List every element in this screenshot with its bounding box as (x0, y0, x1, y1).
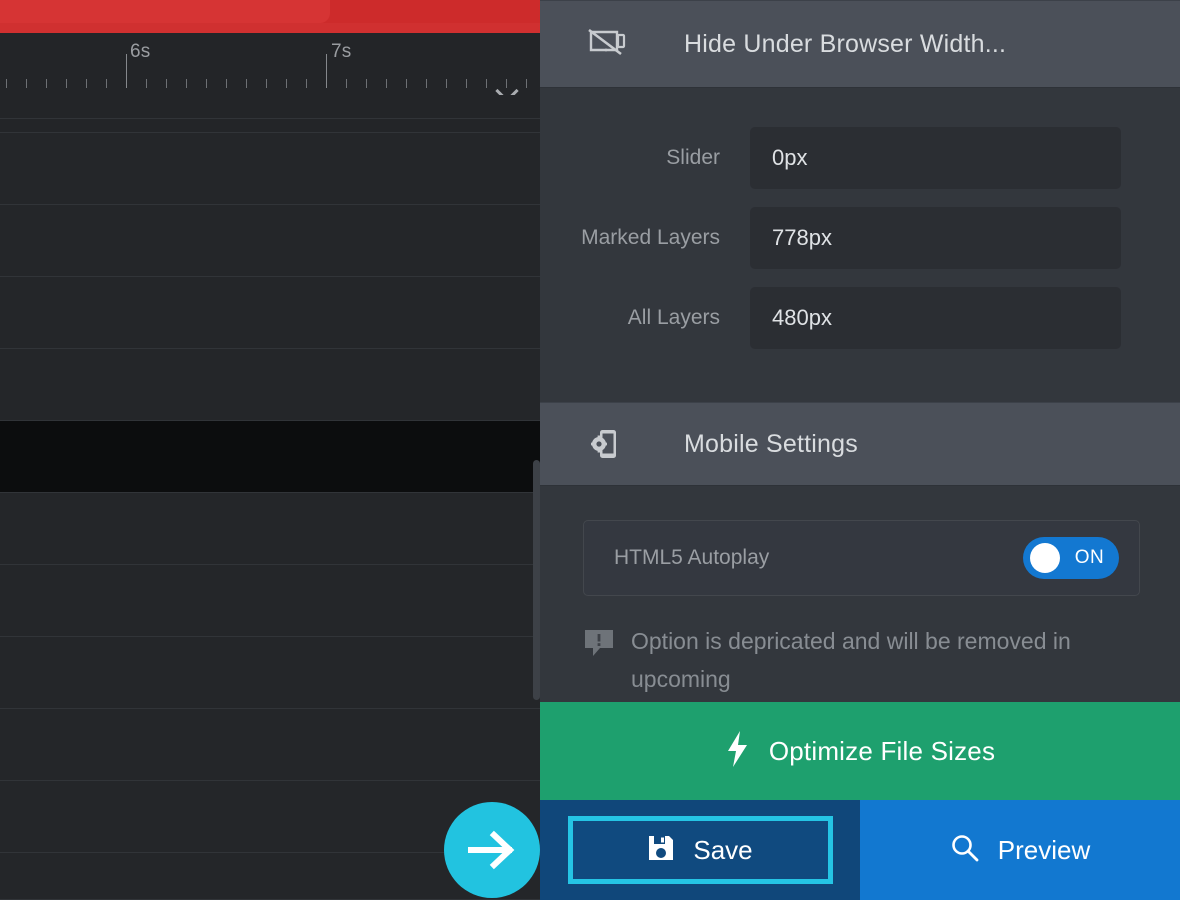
ruler-tick-minor (246, 79, 247, 88)
red-bar-lower-block (0, 23, 540, 33)
timeline-ruler[interactable]: 6s 7s (0, 33, 540, 96)
hide-under-browser-width-form: Slider 0px Marked Layers 778px All Layers 480… (540, 88, 1180, 358)
timeline-panel: 6s 7s (0, 0, 540, 900)
ruler-tick-major (326, 54, 327, 88)
timeline-row[interactable] (0, 637, 540, 709)
toggle-knob (1030, 543, 1060, 573)
html5-autoplay-toggle[interactable]: ON (1023, 537, 1119, 579)
ruler-tick-minor (86, 79, 87, 88)
toggle-state-label: ON (1074, 547, 1105, 568)
ruler-tick-minor (146, 79, 147, 88)
timeline-rows[interactable] (0, 95, 540, 900)
save-label: Save (693, 834, 753, 865)
ruler-tick-minor (166, 79, 167, 88)
timeline-row[interactable] (0, 421, 540, 493)
deprecation-hint: Option is depricated and will be removed… (583, 622, 1143, 698)
ruler-tick-minor (466, 79, 467, 88)
html5-autoplay-label: HTML5 Autoplay (614, 546, 770, 569)
form-row-input[interactable]: 480px (750, 287, 1121, 349)
ruler-tick-minor (26, 79, 27, 88)
form-row: All Layers 480px (540, 278, 1180, 358)
save-button-cell[interactable]: Save (540, 800, 860, 900)
settings-panel: Hide Under Browser Width... Slider 0px Mar… (540, 0, 1180, 900)
warning-bubble-icon (583, 622, 631, 698)
ruler-tick-minor (6, 79, 7, 88)
form-row-label: Slider (666, 146, 720, 169)
ruler-tick-minor (306, 79, 307, 88)
timeline-row[interactable] (0, 119, 540, 133)
deprecation-hint-text: Option is depricated and will be removed… (631, 628, 1071, 692)
save-button[interactable]: Save (567, 816, 833, 884)
form-row: Marked Layers 778px (540, 198, 1180, 278)
panel-action-bar: Save Preview (540, 800, 1180, 900)
preview-button[interactable]: Preview (860, 800, 1180, 900)
ruler-tick-minor (386, 79, 387, 88)
ruler-tick-minor (426, 79, 427, 88)
timeline-row[interactable] (0, 95, 540, 119)
floppy-save-icon (647, 834, 675, 867)
ruler-tick-minor (346, 79, 347, 88)
timeline-scrollbar-thumb[interactable] (533, 460, 540, 700)
ruler-tick-minor (286, 79, 287, 88)
section-title: Hide Under Browser Width... (684, 29, 1007, 58)
form-row-label: All Layers (627, 306, 720, 329)
next-step-button[interactable] (444, 802, 540, 898)
timeline-row[interactable] (0, 493, 540, 565)
timeline-row[interactable] (0, 277, 540, 349)
timeline-row[interactable] (0, 133, 540, 205)
ruler-tick-minor (266, 79, 267, 88)
screen-off-icon (588, 29, 632, 59)
section-header-mobile-settings[interactable]: Mobile Settings (540, 402, 1180, 486)
form-row-input[interactable]: 778px (750, 207, 1121, 269)
timeline-row[interactable] (0, 205, 540, 277)
ruler-tick-minor (486, 79, 487, 88)
arrow-right-icon (468, 830, 515, 870)
ruler-tick-minor (226, 79, 227, 88)
top-red-bar (0, 0, 540, 33)
form-row: Slider 0px (540, 118, 1180, 198)
mobile-settings-icon (588, 427, 632, 461)
ruler-tick-minor (46, 79, 47, 88)
timeline-row[interactable] (0, 709, 540, 781)
red-bar-inner-block (0, 0, 330, 23)
html5-autoplay-row[interactable]: HTML5 Autoplay ON (583, 520, 1140, 596)
form-row-input[interactable]: 0px (750, 127, 1121, 189)
timeline-row[interactable] (0, 349, 540, 421)
mobile-settings-body: HTML5 Autoplay ON Option is depricated a… (540, 486, 1180, 698)
ruler-tick-major (126, 54, 127, 88)
preview-label: Preview (997, 834, 1091, 865)
section-title: Mobile Settings (684, 429, 858, 458)
ruler-tick-minor (526, 79, 527, 88)
ruler-tick-minor (186, 79, 187, 88)
ruler-tick-minor (446, 79, 447, 88)
optimize-file-sizes-button[interactable]: Optimize File Sizes (540, 702, 1180, 800)
timeline-row[interactable] (0, 565, 540, 637)
magnifier-icon (950, 833, 980, 868)
app-root: 6s 7s Hide Under Browser Width... Slider… (0, 0, 1180, 900)
optimize-label: Optimize File Sizes (768, 735, 996, 766)
ruler-tick-minor (106, 79, 107, 88)
ruler-tick-minor (406, 79, 407, 88)
ruler-tick-minor (66, 79, 67, 88)
lightning-bolt-icon (725, 730, 751, 773)
ruler-time-label: 7s (331, 41, 352, 62)
section-header-hide-under-browser-width[interactable]: Hide Under Browser Width... (540, 0, 1180, 88)
ruler-time-label: 6s (130, 41, 151, 62)
ruler-tick-minor (366, 79, 367, 88)
ruler-tick-minor (206, 79, 207, 88)
form-row-label: Marked Layers (581, 226, 720, 249)
